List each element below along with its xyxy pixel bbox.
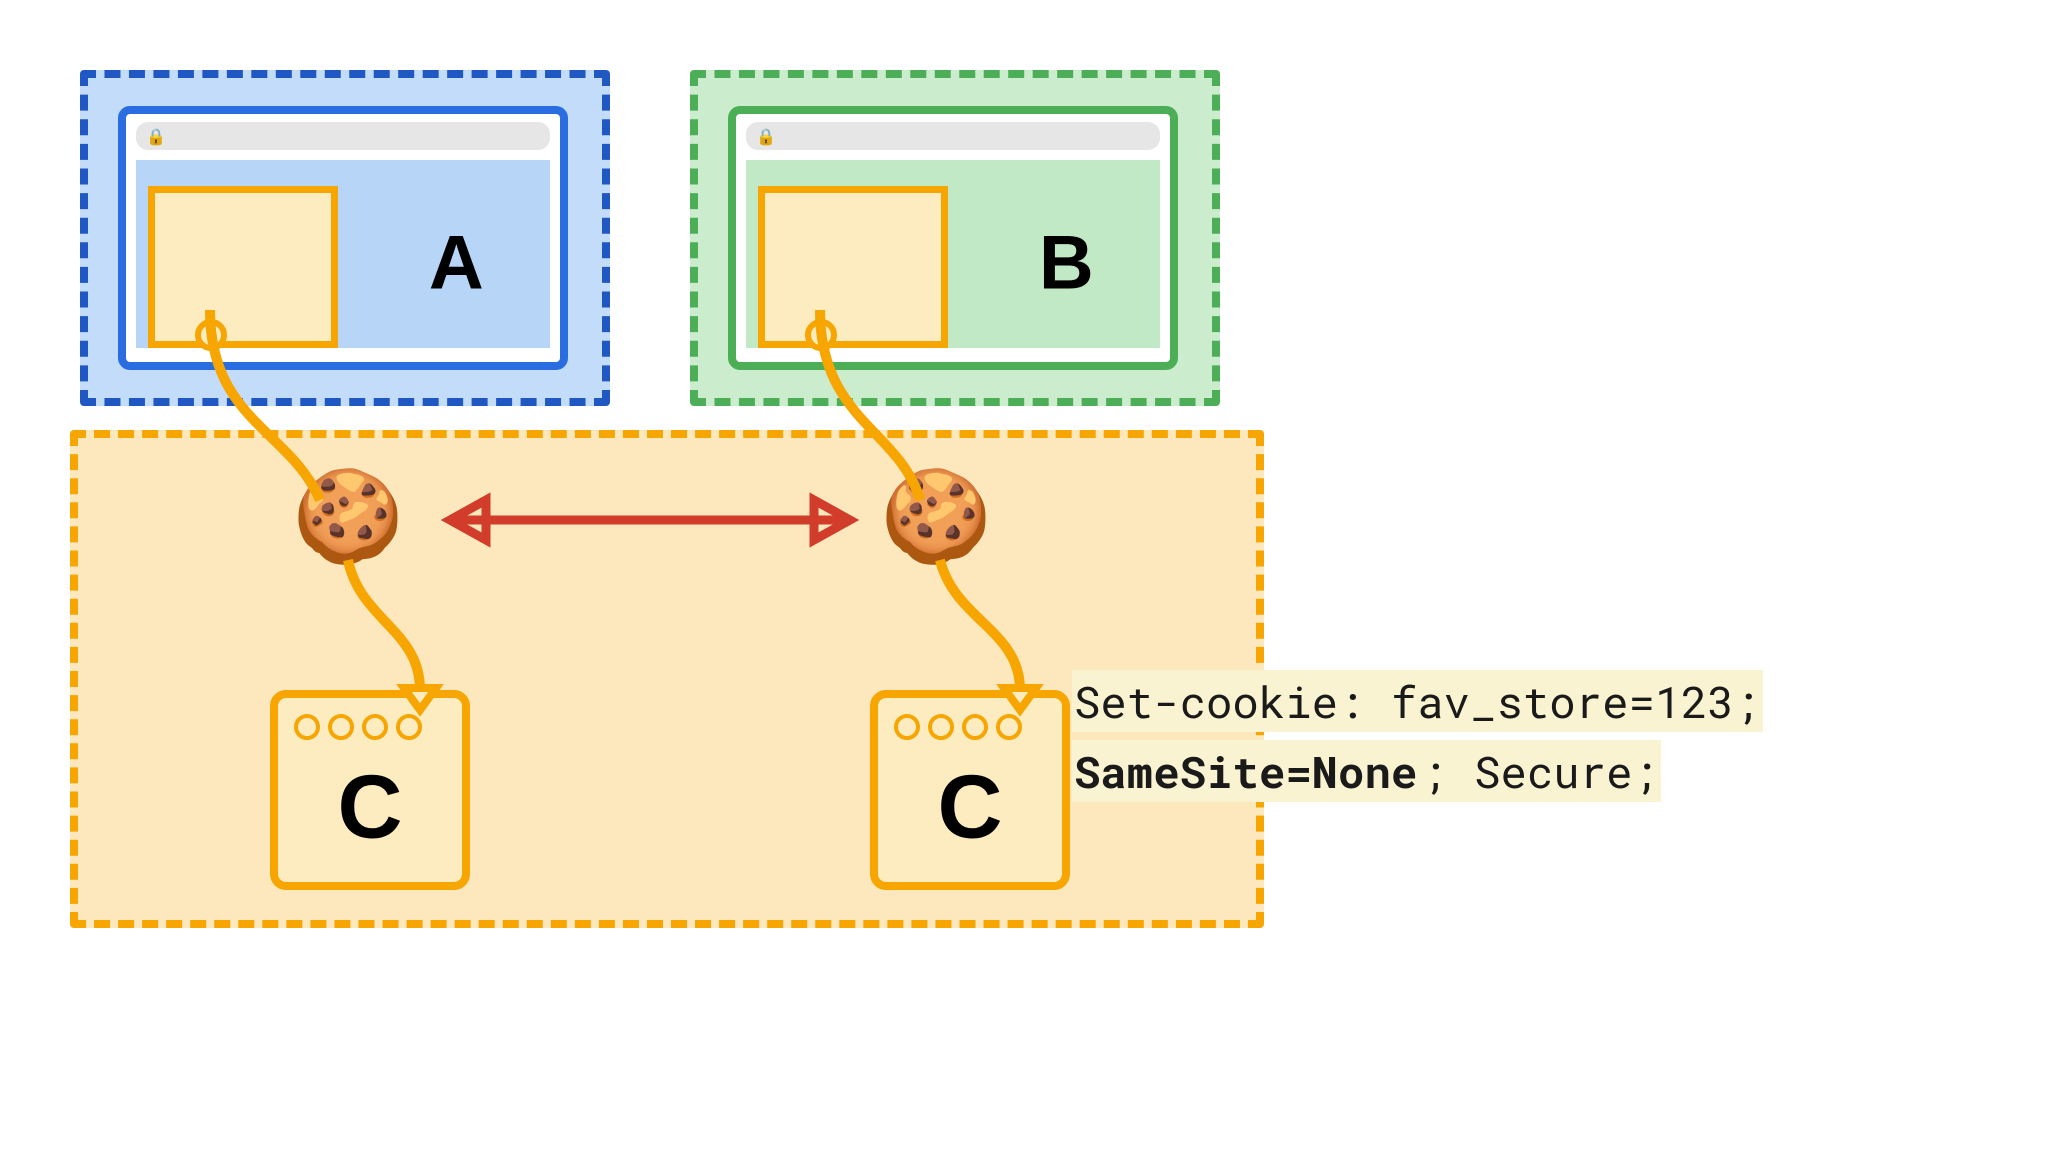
server-c-left-label: C xyxy=(338,757,403,860)
browser-b-body: B xyxy=(746,160,1160,348)
server-dots-icon xyxy=(294,714,462,745)
site-a-label: A xyxy=(429,220,484,307)
set-cookie-header: Set-cookie: fav_store=123; SameSite=None… xyxy=(1072,666,1763,807)
server-c-left: C xyxy=(270,690,470,890)
server-c-right: C xyxy=(870,690,1070,890)
browser-a-embed-c xyxy=(148,186,338,348)
browser-a: 🔒 A xyxy=(118,106,568,370)
browser-b-embed-c xyxy=(758,186,948,348)
diagram-stage: 🔒 A 🔒 B C C S xyxy=(0,0,2048,1152)
browser-a-addressbar: 🔒 xyxy=(136,122,550,150)
browser-b-embed-port xyxy=(805,319,837,351)
code-line-1: Set-cookie: fav_store=123; xyxy=(1072,670,1763,732)
server-dots-icon xyxy=(894,714,1062,745)
site-b-label: B xyxy=(1039,220,1094,307)
browser-b-addressbar: 🔒 xyxy=(746,122,1160,150)
browser-a-body: A xyxy=(136,160,550,348)
lock-icon: 🔒 xyxy=(146,127,166,147)
cookie-icon: 🍪 xyxy=(292,472,404,562)
browser-a-embed-port xyxy=(195,319,227,351)
browser-b: 🔒 B xyxy=(728,106,1178,370)
server-c-right-label: C xyxy=(938,757,1003,860)
code-secure: ; Secure; xyxy=(1419,740,1661,802)
code-samesite-none: SameSite=None xyxy=(1072,740,1419,802)
cookie-icon: 🍪 xyxy=(880,472,992,562)
lock-icon: 🔒 xyxy=(756,127,776,147)
